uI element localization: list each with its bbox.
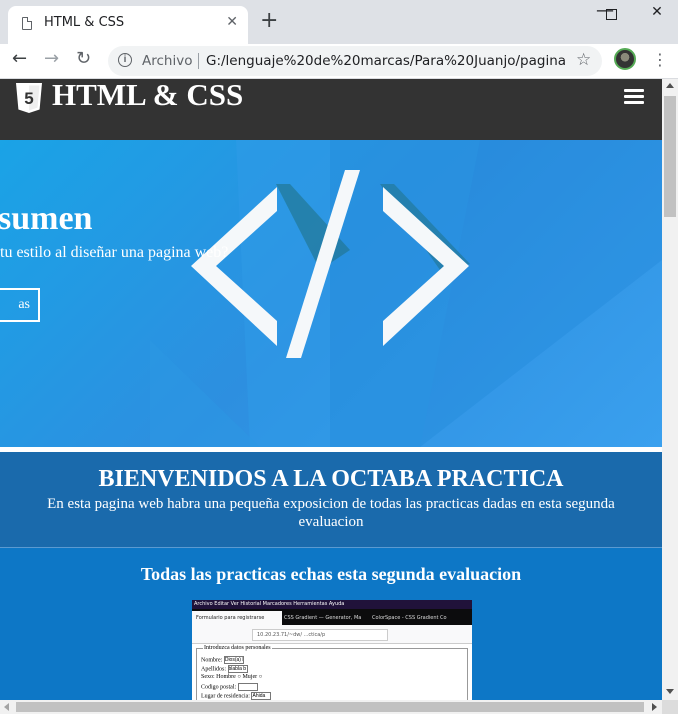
- thumbnail-form-row: Codigo postal:: [201, 683, 258, 691]
- scroll-right-arrow-icon[interactable]: [652, 703, 657, 711]
- thumbnail-form: Introduzca datos personales Nombre: Apel…: [196, 645, 468, 700]
- practice-screenshot-thumbnail[interactable]: Archivo Editar Ver Historial Marcadores …: [192, 600, 472, 700]
- hero-cta-button[interactable]: as: [0, 288, 40, 322]
- form-label: Lugar de residencia:: [201, 693, 250, 700]
- browser-tab-strip: HTML & CSS ✕ + — ✕: [0, 0, 678, 44]
- back-button[interactable]: ←: [12, 48, 27, 69]
- form-input: [227, 665, 248, 673]
- thumbnail-legend: Introduzca datos personales: [203, 645, 272, 651]
- hero-title: sumen: [0, 200, 93, 237]
- thumbnail-form-row: Lugar de residencia:: [201, 692, 272, 700]
- radio-icon: ○: [237, 674, 241, 680]
- scrollbar-corner: [662, 700, 678, 714]
- form-label: Sexo: Hombre: [201, 674, 236, 680]
- thumbnail-form-row: Apellidos:: [201, 665, 248, 673]
- new-tab-button[interactable]: +: [260, 10, 278, 32]
- hamburger-menu-icon[interactable]: [624, 89, 644, 105]
- code-brackets-icon: [150, 140, 662, 447]
- maximize-icon: [605, 9, 617, 20]
- horizontal-scroll-thumb[interactable]: [16, 702, 644, 712]
- info-icon[interactable]: i: [118, 53, 132, 67]
- radio-icon: ○: [258, 674, 263, 680]
- practicas-title: Todas las practicas echas esta segunda e…: [140, 564, 522, 584]
- form-label: Codigo postal:: [201, 684, 237, 691]
- horizontal-scrollbar[interactable]: [0, 700, 662, 714]
- form-label: Apellidos:: [201, 666, 226, 673]
- security-label: Archivo: [142, 53, 193, 69]
- thumbnail-tab-strip: Formulario para registrarse CSS Gradient…: [192, 609, 472, 625]
- thumbnail-tab: ColorSpace - CSS Gradient Co: [372, 615, 447, 621]
- document-icon: [22, 17, 32, 30]
- browser-tab[interactable]: HTML & CSS ✕: [8, 6, 248, 44]
- thumbnail-toolbar: 10.20.23.71/~dw/ ...ctica/p: [192, 625, 472, 644]
- scroll-left-arrow-icon[interactable]: [4, 703, 9, 711]
- thumbnail-form-row: Sexo: Hombre ○ Mujer ○: [201, 674, 262, 680]
- tab-title: HTML & CSS: [44, 15, 125, 30]
- html5-badge-number: 5: [24, 89, 33, 108]
- thumbnail-form-row: Nombre:: [201, 656, 244, 664]
- form-input: [237, 683, 258, 691]
- maximize-window-button[interactable]: [596, 4, 626, 24]
- thumbnail-tab: CSS Gradient — Generator, Ma: [284, 615, 362, 621]
- reload-button[interactable]: ↻: [76, 48, 91, 69]
- vertical-scroll-thumb[interactable]: [664, 96, 676, 217]
- browser-toolbar: ← → ↻ i Archivo G:/lenguaje%20de%20marca…: [0, 44, 678, 79]
- form-label: Mujer: [242, 674, 258, 680]
- site-navbar: 5 HTML & CSS: [0, 79, 662, 140]
- url-separator: [198, 53, 199, 69]
- tab-close-button[interactable]: ✕: [226, 14, 238, 30]
- form-select: [251, 692, 272, 700]
- vertical-scrollbar[interactable]: [662, 79, 678, 700]
- html5-shield-icon: 5: [16, 83, 42, 113]
- forward-button[interactable]: →: [44, 48, 59, 69]
- scroll-down-arrow-icon[interactable]: [666, 689, 674, 694]
- thumbnail-url: 10.20.23.71/~dw/ ...ctica/p: [252, 629, 388, 641]
- practicas-section: Todas las practicas echas esta segunda e…: [0, 548, 662, 700]
- close-window-button[interactable]: ✕: [642, 4, 672, 24]
- welcome-text: En esta pagina web habra una pequeña exp…: [47, 496, 615, 530]
- form-input: [223, 656, 244, 664]
- welcome-section: BIENVENIDOS A LA OCTABA PRACTICA En esta…: [0, 452, 662, 547]
- address-bar[interactable]: i Archivo G:/lenguaje%20de%20marcas/Para…: [108, 46, 602, 76]
- profile-avatar[interactable]: [614, 48, 636, 70]
- site-logo-text[interactable]: HTML & CSS: [52, 79, 243, 113]
- scroll-up-arrow-icon[interactable]: [666, 83, 674, 88]
- thumbnail-tab: Formulario para registrarse: [192, 611, 282, 625]
- browser-menu-icon[interactable]: ⋮: [652, 50, 668, 69]
- hero-banner: sumen tu estilo al diseñar una pagina we…: [0, 140, 662, 447]
- form-label: Nombre:: [201, 657, 223, 664]
- url-text[interactable]: G:/lenguaje%20de%20marcas/Para%20Juanjo/…: [206, 53, 566, 69]
- hero-subtitle: tu estilo al diseñar una pagina web?: [0, 244, 229, 261]
- thumbnail-menubar: Archivo Editar Ver Historial Marcadores …: [192, 600, 472, 609]
- welcome-title: BIENVENIDOS A LA OCTABA PRACTICA: [98, 466, 564, 492]
- bookmark-star-icon[interactable]: ☆: [576, 50, 591, 70]
- page-viewport: 5 HTML & CSS sumen tu estilo al diseñar …: [0, 79, 662, 700]
